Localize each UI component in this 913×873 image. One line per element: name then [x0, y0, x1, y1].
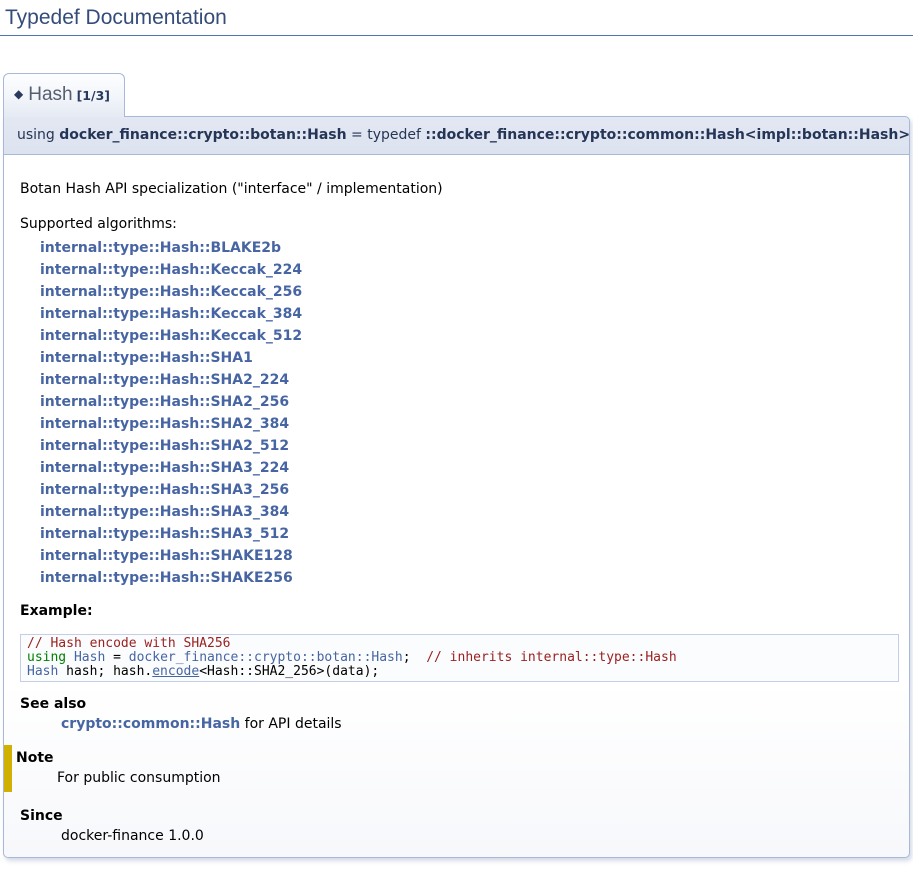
- algorithm-item: internal::type::Hash::Keccak_512: [40, 325, 899, 347]
- algorithm-item: internal::type::Hash::SHA2_256: [40, 391, 899, 413]
- algorithm-link-sha3-512[interactable]: internal::type::Hash::SHA3_512: [40, 526, 289, 542]
- algorithm-item: internal::type::Hash::SHA2_512: [40, 435, 899, 457]
- algorithm-item: internal::type::Hash::SHA2_384: [40, 413, 899, 435]
- see-also-label: See also: [20, 696, 899, 712]
- member-hash-section: ◆Hash[1/3] using docker_finance::crypto:…: [0, 36, 913, 858]
- member-item: using docker_finance::crypto::botan::Has…: [3, 116, 910, 858]
- note-label: Note: [16, 750, 899, 766]
- algorithm-item: internal::type::Hash::SHA3_512: [40, 523, 899, 545]
- algorithm-list: internal::type::Hash::BLAKE2b internal::…: [40, 237, 899, 589]
- member-tab-hash[interactable]: ◆ Hash [1/3]: [3, 73, 125, 117]
- code-text: ;: [403, 650, 426, 665]
- typedef-equals: = typedef: [351, 127, 421, 143]
- see-also-content: crypto::common::Hash for API details: [61, 716, 899, 732]
- typedef-name: docker_finance::crypto::botan::Hash: [59, 127, 346, 143]
- see-also-section: See also crypto::common::Hash for API de…: [20, 696, 899, 732]
- algorithm-item: internal::type::Hash::SHA1: [40, 347, 899, 369]
- using-keyword: using: [17, 127, 55, 143]
- algorithm-link-keccak-256[interactable]: internal::type::Hash::Keccak_256: [40, 284, 302, 300]
- algorithm-link-sha2-512[interactable]: internal::type::Hash::SHA2_512: [40, 438, 289, 454]
- example-code-block: // Hash encode with SHA256using Hash = d…: [20, 634, 899, 682]
- code-comment: // inherits internal::type::Hash: [426, 650, 676, 665]
- algorithm-link-shake256[interactable]: internal::type::Hash::SHAKE256: [40, 570, 293, 586]
- since-section: Since docker-finance 1.0.0: [20, 808, 899, 844]
- typedef-target-type: ::docker_finance::crypto::common::Hash<i…: [425, 127, 910, 143]
- algorithm-link-sha3-224[interactable]: internal::type::Hash::SHA3_224: [40, 460, 289, 476]
- code-link-botan-hash[interactable]: docker_finance::crypto::botan::Hash: [129, 650, 403, 665]
- example-label: Example:: [20, 603, 899, 619]
- note-text: For public consumption: [57, 770, 899, 786]
- since-text: docker-finance 1.0.0: [61, 828, 899, 844]
- see-also-link[interactable]: crypto::common::Hash: [61, 716, 240, 732]
- algorithm-item: internal::type::Hash::SHA3_224: [40, 457, 899, 479]
- member-tab-label: Hash: [28, 84, 72, 105]
- algorithm-link-blake2b[interactable]: internal::type::Hash::BLAKE2b: [40, 240, 281, 256]
- note-section: Note For public consumption: [4, 745, 899, 792]
- algorithm-item: internal::type::Hash::Keccak_256: [40, 281, 899, 303]
- supported-algorithms-label: Supported algorithms:: [20, 216, 899, 232]
- algorithm-item: internal::type::Hash::Keccak_384: [40, 303, 899, 325]
- algorithm-item: internal::type::Hash::BLAKE2b: [40, 237, 899, 259]
- see-also-text: for API details: [240, 716, 341, 732]
- since-label: Since: [20, 808, 899, 824]
- algorithm-link-sha3-384[interactable]: internal::type::Hash::SHA3_384: [40, 504, 289, 520]
- brief-description: Botan Hash API specialization ("interfac…: [20, 181, 899, 197]
- algorithm-item: internal::type::Hash::Keccak_224: [40, 259, 899, 281]
- algorithm-link-sha3-256[interactable]: internal::type::Hash::SHA3_256: [40, 482, 289, 498]
- page-title: Typedef Documentation: [0, 0, 913, 36]
- algorithm-link-keccak-384[interactable]: internal::type::Hash::Keccak_384: [40, 306, 302, 322]
- code-keyword: using: [27, 650, 74, 665]
- algorithm-item: internal::type::Hash::SHA3_384: [40, 501, 899, 523]
- code-text: <Hash::SHA2_256>(data);: [199, 664, 379, 679]
- typedef-declaration: using docker_finance::crypto::botan::Has…: [3, 116, 910, 155]
- code-line: // Hash encode with SHA256: [27, 637, 892, 651]
- code-line: using Hash = docker_finance::crypto::bot…: [27, 651, 892, 665]
- code-line: Hash hash; hash.encode<Hash::SHA2_256>(d…: [27, 665, 892, 679]
- algorithm-link-shake128[interactable]: internal::type::Hash::SHAKE128: [40, 548, 293, 564]
- algorithm-link-sha1[interactable]: internal::type::Hash::SHA1: [40, 350, 253, 366]
- algorithm-link-sha2-224[interactable]: internal::type::Hash::SHA2_224: [40, 372, 289, 388]
- code-text: hash; hash.: [58, 664, 152, 679]
- member-documentation: Botan Hash API specialization ("interfac…: [3, 155, 910, 858]
- algorithm-link-keccak-512[interactable]: internal::type::Hash::Keccak_512: [40, 328, 302, 344]
- permalink-diamond-icon[interactable]: ◆: [14, 87, 23, 101]
- algorithm-item: internal::type::Hash::SHA3_256: [40, 479, 899, 501]
- algorithm-link-sha2-384[interactable]: internal::type::Hash::SHA2_384: [40, 416, 289, 432]
- algorithm-link-keccak-224[interactable]: internal::type::Hash::Keccak_224: [40, 262, 302, 278]
- code-link-encode[interactable]: encode: [152, 664, 199, 679]
- member-tab-overload-index: [1/3]: [77, 88, 110, 103]
- algorithm-item: internal::type::Hash::SHAKE128: [40, 545, 899, 567]
- algorithm-link-sha2-256[interactable]: internal::type::Hash::SHA2_256: [40, 394, 289, 410]
- code-comment: // Hash encode with SHA256: [27, 636, 231, 651]
- code-link-hash[interactable]: Hash: [27, 664, 58, 679]
- code-text: =: [105, 650, 128, 665]
- algorithm-item: internal::type::Hash::SHAKE256: [40, 567, 899, 589]
- code-link-hash[interactable]: Hash: [74, 650, 105, 665]
- algorithm-item: internal::type::Hash::SHA2_224: [40, 369, 899, 391]
